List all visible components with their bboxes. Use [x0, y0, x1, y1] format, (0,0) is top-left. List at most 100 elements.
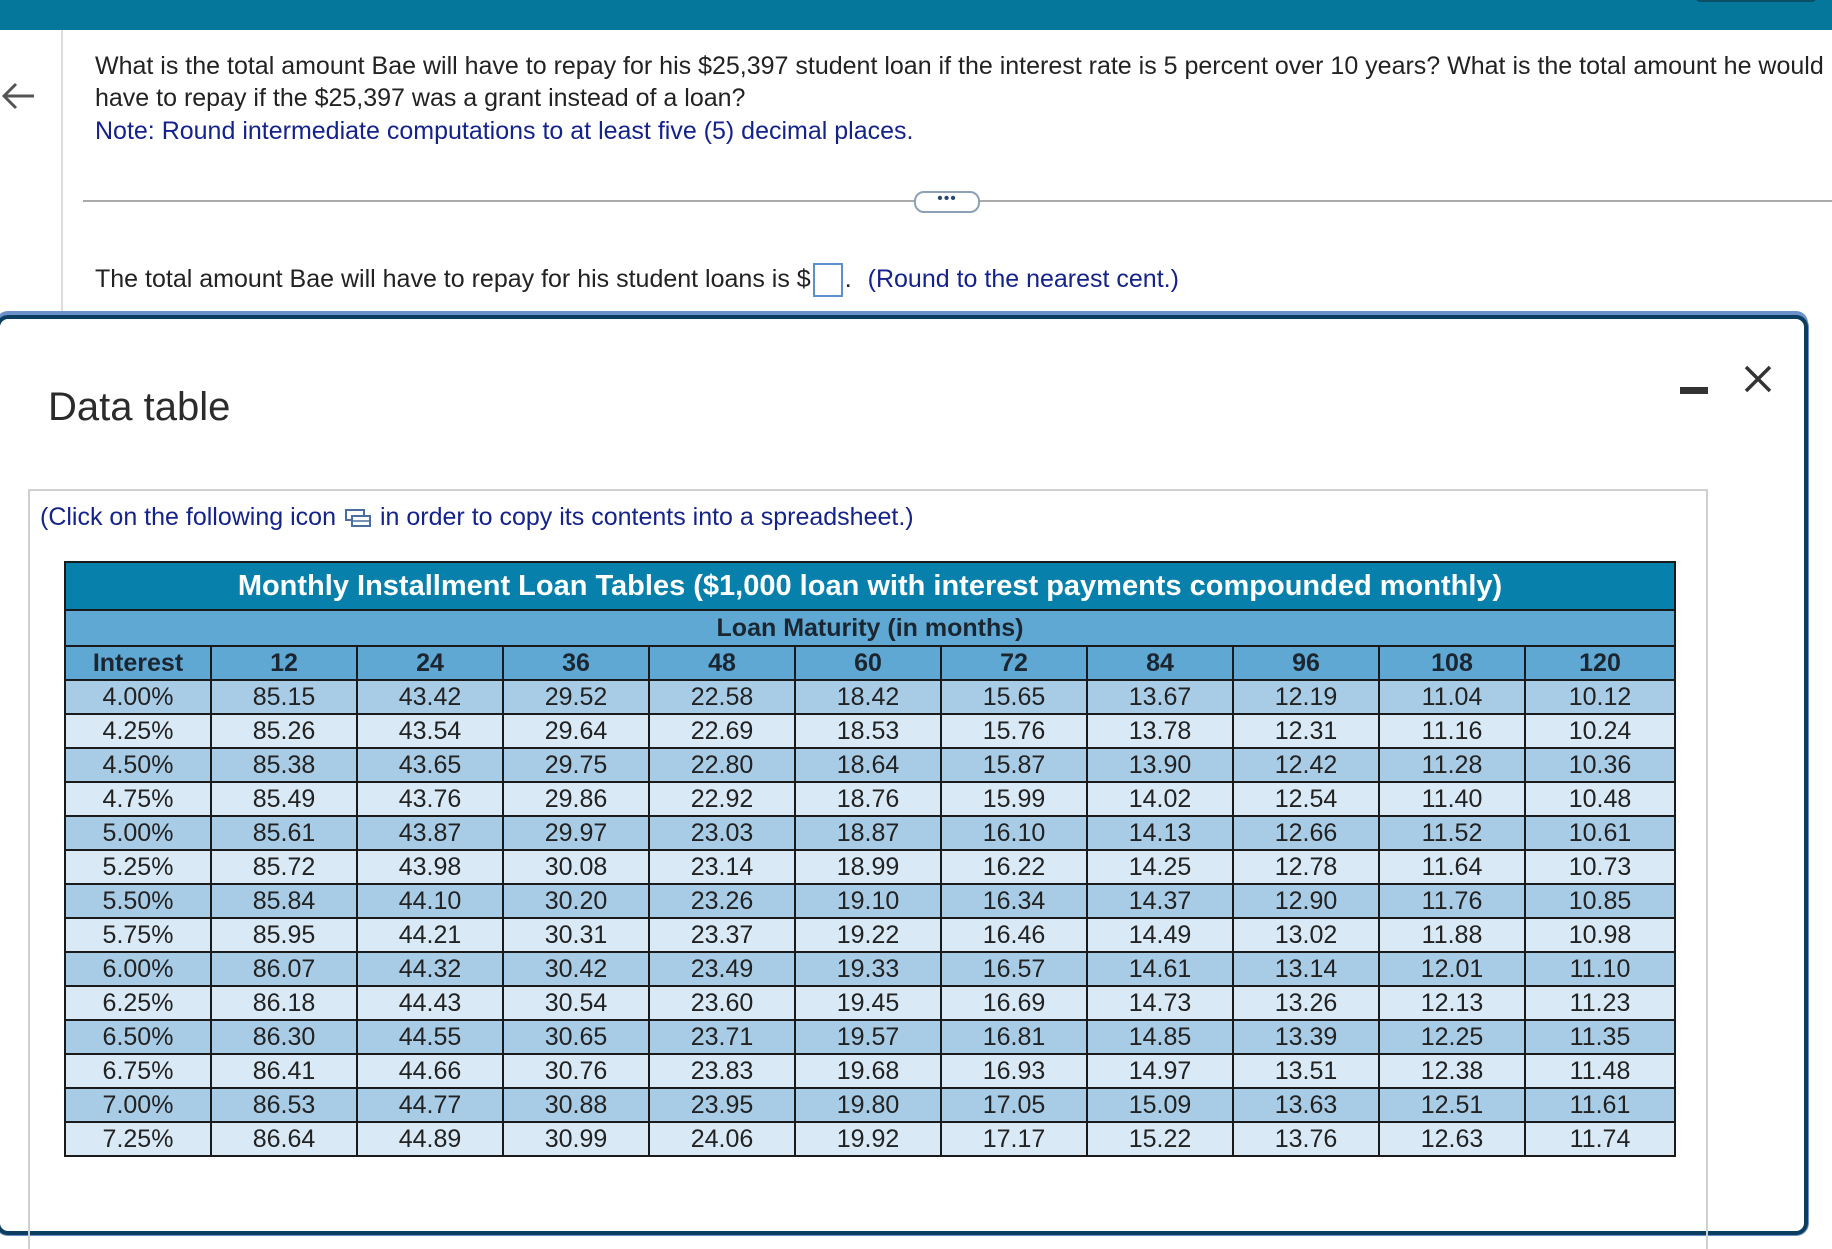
payment-cell: 18.53	[794, 713, 942, 749]
header-month: 12	[210, 645, 358, 681]
table-container: (Click on the following icon in order to…	[28, 489, 1708, 1249]
table-row: 5.00% 85.61 43.87 29.97 23.03 18.87 16.10 14.13…	[64, 815, 1676, 851]
interest-rate-cell: 5.00%	[64, 815, 212, 851]
back-arrow-icon[interactable]	[0, 72, 40, 120]
header-month: 96	[1232, 645, 1380, 681]
payment-cell: 11.16	[1378, 713, 1526, 749]
payment-cell: 30.20	[502, 883, 650, 919]
payment-cell: 10.48	[1524, 781, 1676, 817]
payment-cell: 11.64	[1378, 849, 1526, 885]
payment-cell: 11.04	[1378, 679, 1526, 715]
payment-cell: 18.87	[794, 815, 942, 851]
payment-cell: 14.49	[1086, 917, 1234, 953]
payment-cell: 10.24	[1524, 713, 1676, 749]
table-row: 5.50% 85.84 44.10 30.20 23.26 19.10 16.34 14.37…	[64, 883, 1676, 919]
payment-cell: 13.63	[1232, 1087, 1380, 1123]
payment-cell: 19.22	[794, 917, 942, 953]
payment-cell: 18.42	[794, 679, 942, 715]
payment-cell: 13.02	[1232, 917, 1380, 953]
payment-cell: 86.07	[210, 951, 358, 987]
payment-cell: 11.76	[1378, 883, 1526, 919]
header-month: 48	[648, 645, 796, 681]
payment-cell: 17.05	[940, 1087, 1088, 1123]
payment-cell: 22.80	[648, 747, 796, 783]
copy-instructions: (Click on the following icon in order to…	[40, 501, 914, 533]
minimize-icon[interactable]	[1680, 373, 1708, 397]
payment-cell: 14.25	[1086, 849, 1234, 885]
copy-text-before: (Click on the following icon	[40, 503, 336, 531]
payment-cell: 86.30	[210, 1019, 358, 1055]
payment-cell: 44.21	[356, 917, 504, 953]
interest-rate-cell: 5.75%	[64, 917, 212, 953]
payment-cell: 23.49	[648, 951, 796, 987]
interest-rate-cell: 7.00%	[64, 1087, 212, 1123]
payment-cell: 86.18	[210, 985, 358, 1021]
payment-cell: 12.54	[1232, 781, 1380, 817]
table-row: 7.00% 86.53 44.77 30.88 23.95 19.80 17.05 15.09…	[64, 1087, 1676, 1123]
payment-cell: 14.37	[1086, 883, 1234, 919]
table-row: 5.25% 85.72 43.98 30.08 23.14 18.99 16.22 14.25…	[64, 849, 1676, 885]
payment-cell: 86.64	[210, 1121, 358, 1157]
payment-cell: 86.53	[210, 1087, 358, 1123]
table-row: 4.25% 85.26 43.54 29.64 22.69 18.53 15.76 13.78…	[64, 713, 1676, 749]
payment-cell: 11.88	[1378, 917, 1526, 953]
payment-cell: 12.19	[1232, 679, 1380, 715]
payment-cell: 29.52	[502, 679, 650, 715]
interest-rate-cell: 6.50%	[64, 1019, 212, 1055]
table-row: 6.00% 86.07 44.32 30.42 23.49 19.33 16.57 14.61…	[64, 951, 1676, 987]
payment-cell: 13.90	[1086, 747, 1234, 783]
table-header-row: Interest 12 24 36 48 60 72 84 96 108 120	[64, 645, 1676, 681]
payment-cell: 12.66	[1232, 815, 1380, 851]
payment-cell: 18.99	[794, 849, 942, 885]
loan-table: Monthly Installment Loan Tables ($1,000 …	[64, 561, 1676, 1157]
answer-suffix: .	[844, 265, 852, 293]
payment-cell: 11.10	[1524, 951, 1676, 987]
answer-input[interactable]	[812, 263, 843, 298]
spreadsheet-copy-icon[interactable]	[344, 505, 372, 528]
payment-cell: 29.75	[502, 747, 650, 783]
payment-cell: 16.46	[940, 917, 1088, 953]
payment-cell: 85.72	[210, 849, 358, 885]
payment-cell: 10.73	[1524, 849, 1676, 885]
dialog-title: Data table	[48, 385, 231, 429]
table-subtitle: Loan Maturity (in months)	[64, 609, 1676, 647]
interest-rate-cell: 5.50%	[64, 883, 212, 919]
payment-cell: 13.14	[1232, 951, 1380, 987]
payment-cell: 16.22	[940, 849, 1088, 885]
table-row: 4.00% 85.15 43.42 29.52 22.58 18.42 15.65 13.67…	[64, 679, 1676, 715]
payment-cell: 14.73	[1086, 985, 1234, 1021]
table-row: 6.75% 86.41 44.66 30.76 23.83 19.68 16.93 14.97…	[64, 1053, 1676, 1089]
payment-cell: 10.12	[1524, 679, 1676, 715]
table-row: 4.50% 85.38 43.65 29.75 22.80 18.64 15.87 13.90…	[64, 747, 1676, 783]
payment-cell: 14.61	[1086, 951, 1234, 987]
payment-cell: 85.38	[210, 747, 358, 783]
payment-cell: 12.38	[1378, 1053, 1526, 1089]
payment-cell: 43.76	[356, 781, 504, 817]
header-month: 108	[1378, 645, 1526, 681]
payment-cell: 22.69	[648, 713, 796, 749]
payment-cell: 30.31	[502, 917, 650, 953]
payment-cell: 13.51	[1232, 1053, 1380, 1089]
payment-cell: 10.85	[1524, 883, 1676, 919]
payment-cell: 13.39	[1232, 1019, 1380, 1055]
payment-cell: 13.26	[1232, 985, 1380, 1021]
payment-cell: 15.65	[940, 679, 1088, 715]
payment-cell: 15.99	[940, 781, 1088, 817]
payment-cell: 23.95	[648, 1087, 796, 1123]
payment-cell: 12.25	[1378, 1019, 1526, 1055]
close-icon[interactable]	[1738, 359, 1778, 399]
panel-divider	[61, 30, 63, 320]
ellipsis-icon[interactable]: •••	[914, 191, 980, 213]
payment-cell: 29.97	[502, 815, 650, 851]
payment-cell: 16.81	[940, 1019, 1088, 1055]
payment-cell: 23.83	[648, 1053, 796, 1089]
payment-cell: 16.93	[940, 1053, 1088, 1089]
payment-cell: 13.67	[1086, 679, 1234, 715]
top-bar-button[interactable]	[1696, 0, 1816, 2]
payment-cell: 44.10	[356, 883, 504, 919]
payment-cell: 13.78	[1086, 713, 1234, 749]
rounding-note: Note: Round intermediate computations to…	[95, 117, 914, 145]
payment-cell: 43.87	[356, 815, 504, 851]
payment-cell: 43.42	[356, 679, 504, 715]
payment-cell: 44.66	[356, 1053, 504, 1089]
